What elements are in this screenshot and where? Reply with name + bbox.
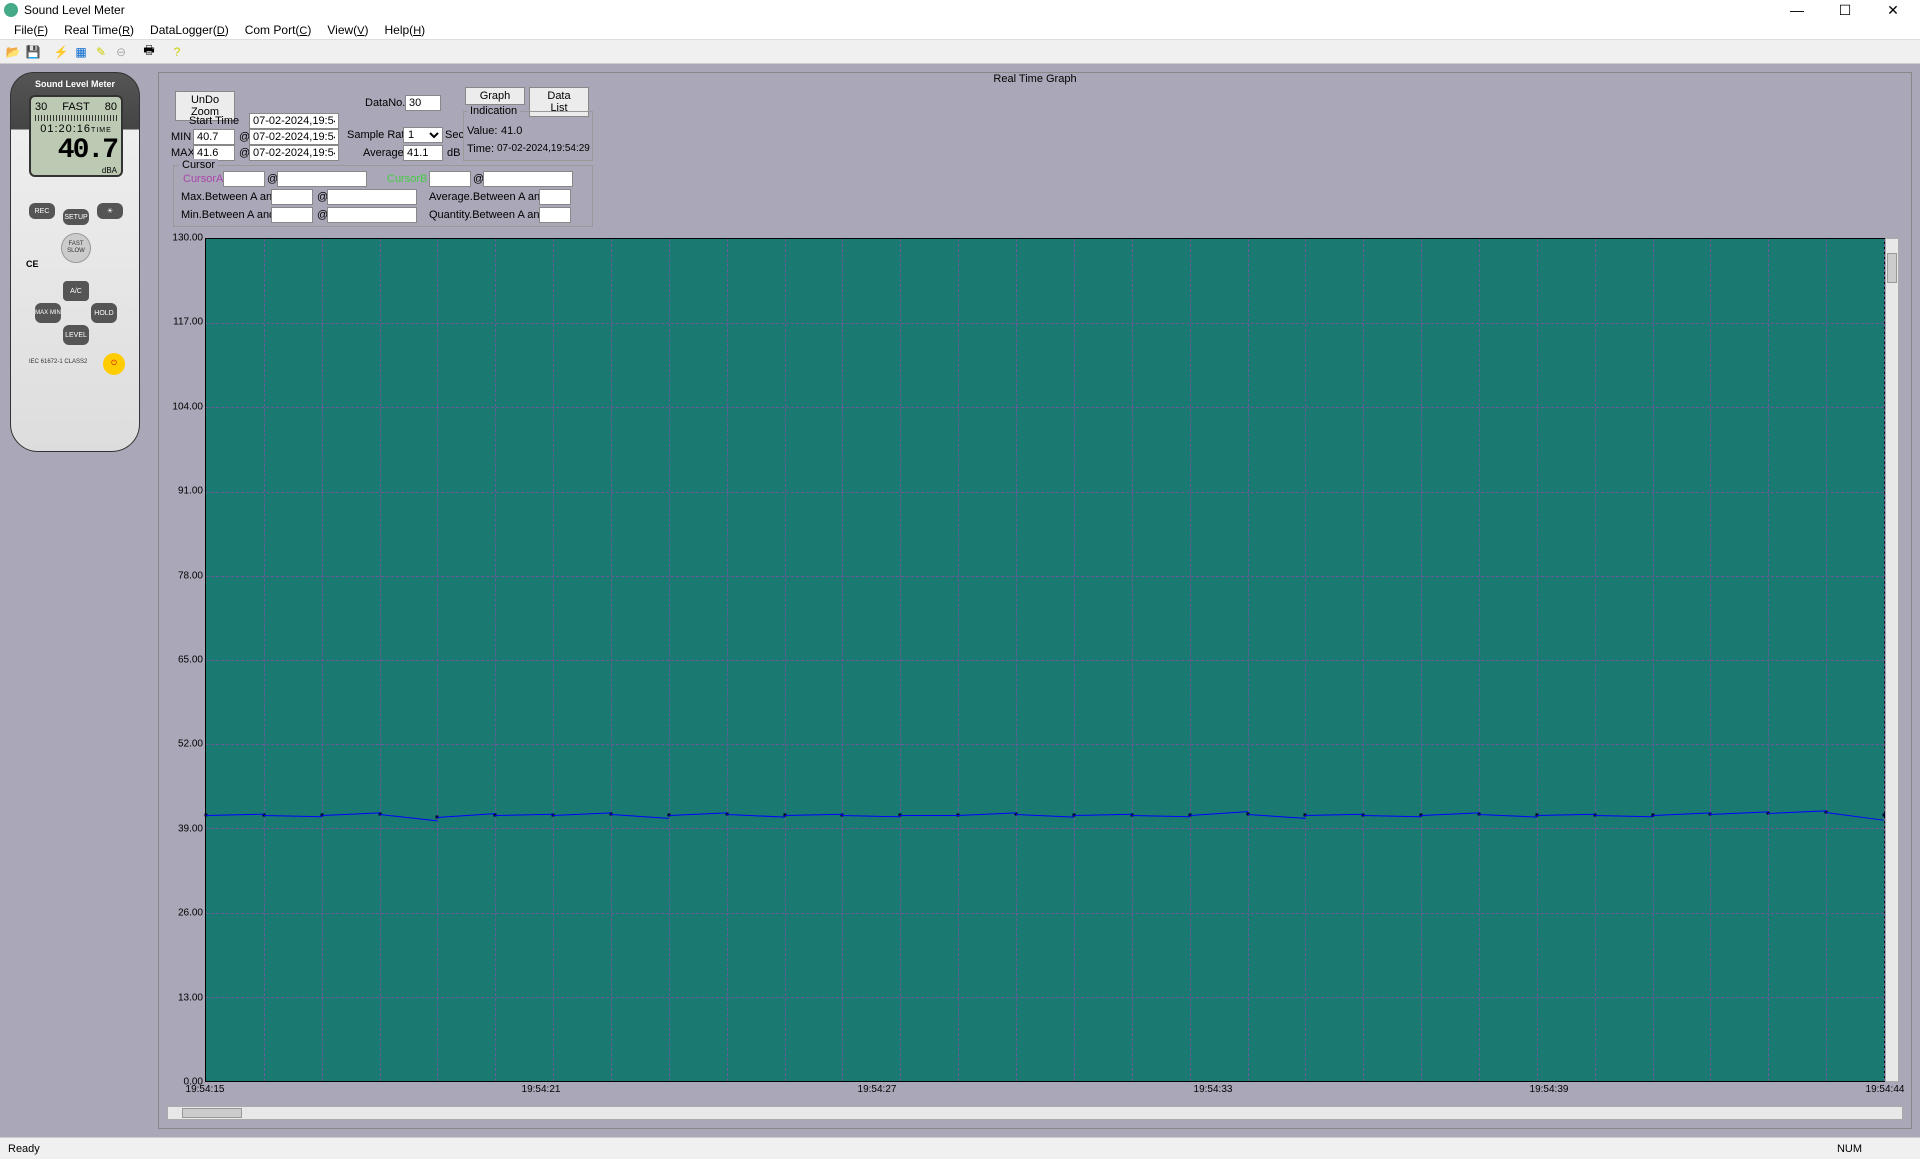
device-light-button[interactable]: ☀: [97, 203, 123, 219]
device-lcd: 30 FAST 80 01:20:16TIME 40.7 dBA: [29, 95, 123, 177]
device-image: Sound Level Meter 30 FAST 80 01:20:16TIM…: [10, 72, 140, 452]
cursorA-time[interactable]: [277, 171, 367, 187]
pencil-icon[interactable]: ✎: [92, 43, 110, 61]
device-maxmin-button[interactable]: MAX MIN: [35, 303, 61, 323]
device-name: Sound Level Meter: [11, 79, 139, 89]
save-icon[interactable]: 💾: [24, 43, 42, 61]
time-label: Time:: [467, 143, 494, 155]
db-label: dB: [447, 147, 460, 159]
grid-icon[interactable]: ▦: [72, 43, 90, 61]
close-button[interactable]: ✕: [1878, 1, 1908, 19]
lcd-value: 40.7: [35, 135, 117, 166]
device-level-button[interactable]: LEVEL: [63, 325, 89, 345]
minAB-value[interactable]: [271, 207, 313, 223]
starttime-label: Start Time: [189, 115, 239, 127]
qtyAB-label: Quantity.Between A and B: [429, 209, 556, 221]
maximize-button[interactable]: ☐: [1830, 1, 1860, 19]
minAB-label: Min.Between A and B: [181, 209, 286, 221]
chart-xaxis: 19:54:1519:54:2119:54:2719:54:3319:54:39…: [205, 1084, 1885, 1100]
graph-button[interactable]: Graph: [465, 87, 525, 105]
lightning-icon[interactable]: ⚡: [52, 43, 70, 61]
menubar: File(F) Real Time(R) DataLogger(D) Com P…: [0, 20, 1920, 40]
datano-input[interactable]: [405, 95, 441, 111]
graph-title: Real Time Graph: [159, 73, 1911, 85]
avgAB-value[interactable]: [539, 189, 571, 205]
device-setup-button[interactable]: SETUP: [63, 209, 89, 225]
value-label: Value:: [467, 125, 497, 137]
cursorB-value[interactable]: [429, 171, 471, 187]
disabled-icon: ⊖: [112, 43, 130, 61]
device-model: IEC 61672-1 CLASS2: [29, 359, 87, 365]
device-power-button[interactable]: ⏻: [103, 353, 125, 375]
device-fastslow-button[interactable]: FAST SLOW: [61, 233, 91, 263]
graph-frame: Real Time Graph UnDo Zoom Graph Data Lis…: [158, 72, 1912, 1129]
samplerate-label: Sample Rate: [347, 129, 411, 141]
value-text: 41.0: [501, 125, 522, 137]
lcd-range-high: 80: [105, 101, 117, 113]
maxAB-value[interactable]: [271, 189, 313, 205]
minAB-time[interactable]: [327, 207, 417, 223]
avgAB-label: Average.Between A and B: [429, 191, 557, 203]
menu-file[interactable]: File(F): [6, 21, 56, 39]
status-num: NUM: [1837, 1143, 1862, 1155]
lcd-mode: FAST: [62, 101, 90, 113]
titlebar: Sound Level Meter — ☐ ✕: [0, 0, 1920, 20]
cursorA-label: CursorA: [183, 173, 223, 185]
toolbar: 📂 💾 ⚡ ▦ ✎ ⊖ 🖶 ?: [0, 40, 1920, 64]
menu-help[interactable]: Help(H): [377, 21, 434, 39]
min-value-input[interactable]: [193, 129, 235, 145]
samplerate-select[interactable]: 1: [403, 127, 443, 143]
maxAB-time[interactable]: [327, 189, 417, 205]
lcd-range-low: 30: [35, 101, 47, 113]
qtyAB-value[interactable]: [539, 207, 571, 223]
device-ac-button[interactable]: A/C: [63, 281, 89, 301]
cursorB-label: CursorB: [387, 173, 427, 185]
device-panel: Sound Level Meter 30 FAST 80 01:20:16TIM…: [0, 64, 150, 1137]
min-label: MIN: [171, 131, 191, 143]
ce-mark: CE: [26, 259, 39, 269]
cursor-label: Cursor: [179, 159, 218, 171]
starttime-input[interactable]: [249, 113, 339, 129]
average-input[interactable]: [403, 145, 443, 161]
app-icon: [4, 3, 18, 17]
menu-realtime[interactable]: Real Time(R): [56, 21, 142, 39]
chart-plot[interactable]: [205, 238, 1885, 1082]
status-ready: Ready: [8, 1143, 1837, 1155]
indication-label: Indication: [467, 105, 520, 117]
minimize-button[interactable]: —: [1782, 1, 1812, 19]
print-icon[interactable]: 🖶: [140, 43, 158, 61]
chart-yaxis: 130.00117.00104.0091.0078.0065.0052.0039…: [167, 238, 205, 1082]
menu-view[interactable]: View(V): [319, 21, 376, 39]
average-label: Average: [363, 147, 404, 159]
horizontal-scrollbar[interactable]: [167, 1106, 1903, 1120]
window-title: Sound Level Meter: [24, 3, 1782, 17]
statusbar: Ready NUM: [0, 1137, 1920, 1159]
open-icon[interactable]: 📂: [4, 43, 22, 61]
device-rec-button[interactable]: REC: [29, 203, 55, 219]
menu-datalogger[interactable]: DataLogger(D): [142, 21, 237, 39]
cursorA-value[interactable]: [223, 171, 265, 187]
device-hold-button[interactable]: HOLD: [91, 303, 117, 323]
cursorB-time[interactable]: [483, 171, 573, 187]
menu-comport[interactable]: Com Port(C): [237, 21, 320, 39]
sec-label: Sec: [445, 129, 464, 141]
min-time-input[interactable]: [249, 129, 339, 145]
lcd-time: 01:20:16: [40, 123, 91, 135]
datano-label: DataNo.: [365, 97, 405, 109]
help-icon[interactable]: ?: [168, 43, 186, 61]
max-time-input[interactable]: [249, 145, 339, 161]
time-text: 07-02-2024,19:54:29: [497, 143, 590, 154]
lcd-unit: dBA: [35, 166, 117, 175]
max-label: MAX: [171, 147, 195, 159]
vertical-scrollbar[interactable]: [1885, 238, 1899, 1082]
chart-area: 130.00117.00104.0091.0078.0065.0052.0039…: [167, 238, 1899, 1100]
